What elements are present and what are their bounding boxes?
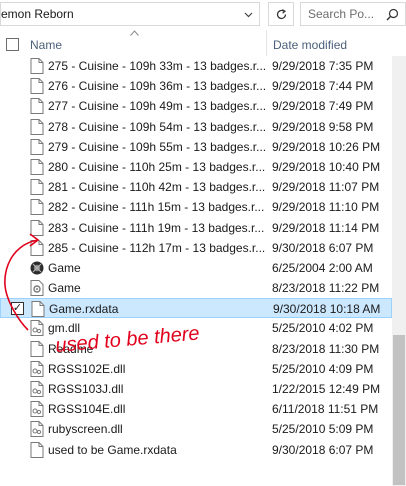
file-date-modified: 9/29/2018 11:10 PM [272,200,380,215]
chevron-down-icon[interactable] [244,10,253,19]
file-date-modified: 9/29/2018 7:44 PM [272,79,374,94]
file-date-modified: 9/29/2018 10:40 PM [272,159,381,174]
file-icon [30,158,44,175]
column-divider[interactable] [266,30,267,56]
file-name: 278 - Cuisine - 109h 54m - 13 badges.r..… [48,119,267,134]
file-row[interactable]: 278 - Cuisine - 109h 54m - 13 badges.r..… [0,117,392,137]
file-date-modified: 6/11/2018 11:51 PM [272,402,379,417]
dll-file-icon [30,320,44,337]
address-bar[interactable]: emon Reborn [0,2,260,26]
file-icon [30,179,44,196]
file-icon [30,199,44,216]
search-icon[interactable] [386,8,399,21]
dll-file-icon [30,381,44,397]
file-icon [31,301,45,318]
file-name: 279 - Cuisine - 109h 55m - 13 badges.r..… [48,139,267,154]
file-name: RGSS102E.dll [48,361,126,376]
file-name: Readme [48,341,94,356]
file-date-modified: 1/22/2015 12:49 PM [272,382,381,396]
select-all-checkbox[interactable] [6,38,19,51]
file-date-modified: 9/30/2018 10:18 AM [273,302,381,317]
file-list: 275 - Cuisine - 109h 33m - 13 badges.r..… [0,56,392,460]
file-row[interactable]: 280 - Cuisine - 110h 25m - 13 badges.r..… [0,157,392,177]
file-date-modified: 9/29/2018 7:35 PM [272,59,374,73]
file-row[interactable]: ✓ Game.rxdata 9/30/2018 10:18 AM [0,298,392,319]
file-date-modified: 9/29/2018 11:14 PM [272,220,380,235]
file-date-modified: 9/30/2018 6:07 PM [272,442,374,457]
dll-file-icon [30,360,44,377]
file-name: 282 - Cuisine - 111h 15m - 13 badges.r..… [48,200,265,215]
file-row[interactable]: 277 - Cuisine - 109h 49m - 13 badges.r..… [0,96,392,116]
file-name: RGSS104E.dll [48,402,126,417]
file-name: 275 - Cuisine - 109h 33m - 13 badges.r..… [48,59,267,73]
file-row[interactable]: 281 - Cuisine - 110h 42m - 13 badges.r..… [0,177,392,197]
file-date-modified: 9/29/2018 9:58 PM [272,119,374,134]
search-input[interactable]: Search Po... [308,7,374,21]
file-name: 285 - Cuisine - 112h 17m - 13 badges.r..… [48,240,266,255]
file-name: 280 - Cuisine - 110h 25m - 13 badges.r..… [48,159,266,174]
file-name: Game.rxdata [49,302,119,317]
file-row[interactable]: 279 - Cuisine - 109h 55m - 13 badges.r..… [0,137,392,157]
refresh-button[interactable] [268,2,294,26]
game-app-icon [30,261,44,275]
file-row[interactable]: gm.dll 5/25/2010 4:02 PM [0,318,392,338]
file-icon [30,340,44,357]
file-name: 276 - Cuisine - 109h 36m - 13 badges.r..… [48,79,267,94]
column-header: Name Date modified [0,30,406,56]
file-name: RGSS103J.dll [48,382,124,396]
file-icon [30,239,44,256]
file-row[interactable]: 276 - Cuisine - 109h 36m - 13 badges.r..… [0,76,392,96]
file-date-modified: 8/23/2018 11:22 PM [272,281,380,296]
dll-file-icon [30,421,44,438]
file-name: 281 - Cuisine - 110h 42m - 13 badges.r..… [48,180,266,195]
file-row[interactable]: Game 8/23/2018 11:22 PM [0,278,392,298]
file-icon [30,219,44,236]
dll-file-icon [30,401,44,418]
file-row[interactable]: rubyscreen.dll 5/25/2010 5:09 PM [0,419,392,439]
sort-up-icon [130,30,139,36]
scrollbar-thumb[interactable] [393,335,405,485]
file-date-modified: 9/29/2018 10:26 PM [272,139,381,154]
file-row[interactable]: RGSS103J.dll 1/22/2015 12:49 PM [0,379,392,399]
file-date-modified: 5/25/2010 4:09 PM [272,361,374,376]
file-row[interactable]: RGSS102E.dll 5/25/2010 4:09 PM [0,359,392,379]
file-date-modified: 9/29/2018 7:49 PM [272,99,374,114]
file-icon [30,58,44,74]
file-icon [30,118,44,135]
file-date-modified: 6/25/2004 2:00 AM [272,260,373,275]
file-date-modified: 5/25/2010 4:02 PM [272,321,374,336]
search-box[interactable]: Search Po... [300,2,406,26]
column-name-header[interactable]: Name [30,38,62,52]
address-path: emon Reborn [1,7,74,21]
file-name: rubyscreen.dll [48,422,123,437]
column-date-header[interactable]: Date modified [273,38,347,52]
file-row[interactable]: 283 - Cuisine - 111h 19m - 13 badges.r..… [0,218,392,238]
file-date-modified: 9/29/2018 11:07 PM [272,180,380,195]
file-name: Game [48,260,81,275]
file-name: Game [48,281,81,296]
file-icon [30,98,44,115]
file-row[interactable]: 282 - Cuisine - 111h 15m - 13 badges.r..… [0,197,392,217]
file-icon [30,441,44,458]
file-name: 277 - Cuisine - 109h 49m - 13 badges.r..… [48,99,267,114]
file-name: 283 - Cuisine - 111h 19m - 13 badges.r..… [48,220,265,235]
config-file-icon [30,280,44,297]
file-row[interactable]: 275 - Cuisine - 109h 33m - 13 badges.r..… [0,56,392,76]
file-icon [30,78,44,95]
row-checkbox[interactable]: ✓ [11,302,24,316]
file-row[interactable]: used to be Game.rxdata 9/30/2018 6:07 PM [0,440,392,460]
file-date-modified: 8/23/2018 11:30 PM [272,341,380,356]
file-row[interactable]: 285 - Cuisine - 112h 17m - 13 badges.r..… [0,238,392,258]
file-row[interactable]: Readme 8/23/2018 11:30 PM [0,339,392,359]
file-row[interactable]: RGSS104E.dll 6/11/2018 11:51 PM [0,399,392,419]
file-icon [30,138,44,155]
refresh-icon [276,8,286,19]
file-name: gm.dll [48,321,81,336]
file-name: used to be Game.rxdata [48,442,177,457]
file-date-modified: 9/30/2018 6:07 PM [272,240,374,255]
file-row[interactable]: Game 6/25/2004 2:00 AM [0,258,392,278]
file-date-modified: 5/25/2010 5:09 PM [272,422,374,437]
